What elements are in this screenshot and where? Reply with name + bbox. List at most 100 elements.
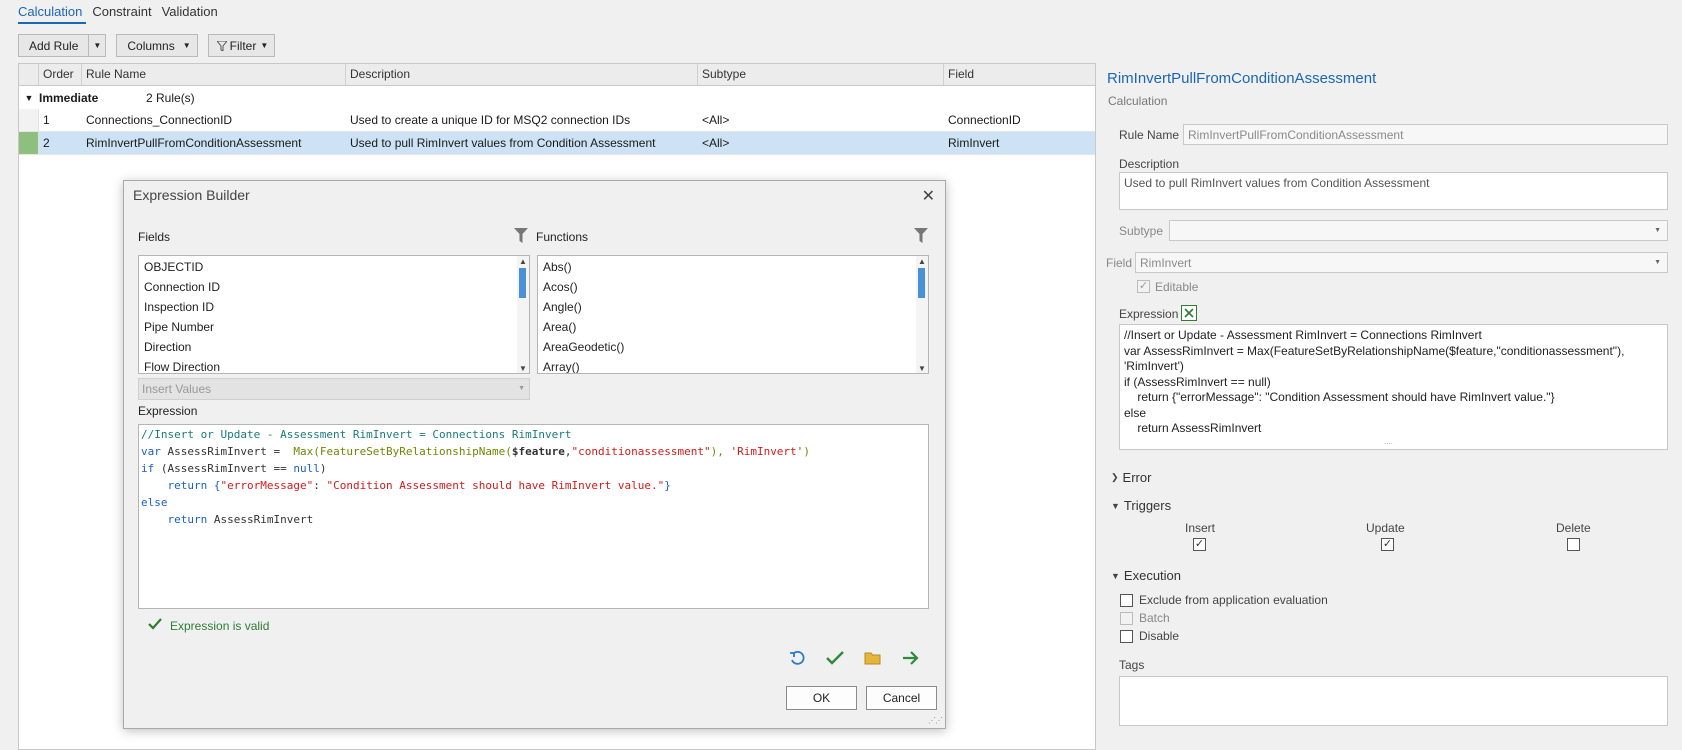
header-description[interactable]: Description: [346, 64, 698, 85]
functions-filter-icon[interactable]: [914, 228, 928, 246]
fields-label: Fields: [138, 230, 171, 244]
subtype-select[interactable]: ▼: [1169, 220, 1668, 241]
list-item[interactable]: Abs(): [538, 257, 928, 277]
header-subtype[interactable]: Subtype: [698, 64, 944, 85]
disable-checkbox[interactable]: [1120, 630, 1133, 643]
error-section-header[interactable]: ❯ Error: [1111, 470, 1151, 485]
execution-section-header[interactable]: ▼ Execution: [1111, 568, 1181, 583]
list-item[interactable]: Angle(): [538, 297, 928, 317]
ok-button[interactable]: OK: [786, 686, 857, 710]
group-row-immediate[interactable]: ▼ Immediate 2 Rule(s): [19, 86, 1095, 109]
triggers-section-header[interactable]: ▼ Triggers: [1111, 498, 1171, 513]
code-function: ): [803, 445, 810, 458]
expression-builder-dialog: Expression Builder ✕ Fields Functions OB…: [123, 180, 946, 729]
row-selector[interactable]: [19, 109, 39, 131]
list-item[interactable]: Inspection ID: [139, 297, 529, 317]
disable-label: Disable: [1139, 629, 1180, 643]
functions-scrollbar[interactable]: ▲ ▼: [916, 256, 928, 373]
functions-list[interactable]: Abs() Acos() Angle() Area() AreaGeodetic…: [537, 255, 929, 374]
editable-label: Editable: [1155, 280, 1199, 294]
code-keyword: return: [141, 479, 208, 492]
close-icon[interactable]: ✕: [922, 186, 935, 206]
row-selector[interactable]: [19, 132, 39, 154]
list-item[interactable]: OBJECTID: [139, 257, 529, 277]
header-rule-name[interactable]: Rule Name: [82, 64, 346, 85]
arrow-right-icon[interactable]: [900, 647, 922, 669]
expression-builder-icon[interactable]: [1181, 305, 1197, 321]
scroll-down-icon[interactable]: ▼: [519, 364, 527, 373]
code-text: (AssessRimInvert ==: [154, 462, 294, 475]
open-folder-icon[interactable]: [862, 647, 884, 669]
list-item[interactable]: Array(): [538, 357, 928, 373]
table-row[interactable]: 1 Connections_ConnectionID Used to creat…: [19, 109, 1095, 132]
table-row[interactable]: 2 RimInvertPullFromConditionAssessment U…: [19, 132, 1095, 155]
panel-title: RimInvertPullFromConditionAssessment: [1107, 70, 1377, 87]
scroll-thumb[interactable]: [918, 268, 925, 298]
list-item[interactable]: Flow Direction: [139, 357, 529, 373]
panel-subtitle: Calculation: [1108, 94, 1168, 108]
scroll-thumb[interactable]: [519, 268, 526, 298]
list-item[interactable]: Connection ID: [139, 277, 529, 297]
chevron-down-icon: ▼: [1111, 500, 1120, 511]
code-text: }: [664, 479, 671, 492]
add-rule-dropdown-icon[interactable]: ▼: [88, 35, 105, 56]
expression-line: var AssessRimInvert = Max(FeatureSetByRe…: [1124, 343, 1625, 358]
fields-filter-icon[interactable]: [514, 228, 528, 246]
scroll-down-icon[interactable]: ▼: [918, 364, 926, 373]
list-item[interactable]: Pipe Number: [139, 317, 529, 337]
checkmark-icon: [148, 618, 162, 633]
fields-list[interactable]: OBJECTID Connection ID Inspection ID Pip…: [138, 255, 530, 374]
exclude-checkbox[interactable]: [1120, 594, 1133, 607]
scroll-up-icon[interactable]: ▲: [519, 257, 527, 266]
expression-editor[interactable]: //Insert or Update - Assessment RimInver…: [138, 424, 929, 609]
add-rule-label: Add Rule: [29, 38, 79, 53]
update-checkbox[interactable]: ✓: [1381, 538, 1394, 551]
list-item[interactable]: Acos(): [538, 277, 928, 297]
field-select[interactable]: RimInvert ▼: [1135, 252, 1668, 273]
code-keyword: return: [141, 513, 208, 526]
tags-label: Tags: [1119, 658, 1145, 672]
chevron-down-icon: ▼: [182, 41, 191, 50]
header-order[interactable]: Order: [39, 64, 82, 85]
code-string: "conditionassessment": [571, 445, 711, 458]
insert-label: Insert: [1185, 521, 1216, 535]
insert-values-select[interactable]: Insert Values ▼: [138, 378, 530, 400]
batch-label: Batch: [1139, 611, 1170, 625]
insert-checkbox[interactable]: ✓: [1193, 538, 1206, 551]
code-function: ),: [710, 445, 731, 458]
editable-checkbox[interactable]: ✓: [1137, 280, 1150, 293]
scroll-up-icon[interactable]: ▲: [918, 257, 926, 266]
cancel-button[interactable]: Cancel: [866, 686, 937, 710]
validation-text: Expression is valid: [170, 618, 270, 633]
expression-line: else: [1124, 405, 1147, 420]
tags-field[interactable]: [1119, 676, 1668, 726]
code-string: "errorMessage": [220, 479, 314, 492]
cell-description: Used to create a unique ID for MSQ2 conn…: [350, 113, 631, 127]
filter-button[interactable]: Filter ▼: [207, 34, 276, 57]
code-text: :: [313, 479, 327, 492]
add-rule-button[interactable]: Add Rule ▼: [18, 34, 107, 57]
code-text: AssessRimInvert: [207, 513, 314, 526]
header-field[interactable]: Field: [944, 64, 1095, 85]
description-label: Description: [1119, 157, 1180, 171]
list-item[interactable]: Area(): [538, 317, 928, 337]
rule-name-field[interactable]: RimInvertPullFromConditionAssessment: [1183, 124, 1668, 145]
undo-icon[interactable]: [787, 647, 809, 669]
delete-checkbox[interactable]: [1567, 538, 1580, 551]
fields-scrollbar[interactable]: ▲ ▼: [517, 256, 529, 373]
cell-field: RimInvert: [948, 136, 1000, 150]
columns-button[interactable]: Columns ▼: [116, 34, 198, 57]
verify-icon[interactable]: [824, 647, 846, 669]
expression-preview[interactable]: //Insert or Update - Assessment RimInver…: [1119, 324, 1668, 450]
resize-grip-icon[interactable]: ....: [1384, 434, 1393, 450]
chevron-down-icon[interactable]: ▼: [19, 93, 39, 103]
list-item[interactable]: AreaGeodetic(): [538, 337, 928, 357]
resize-grip-icon[interactable]: ⋰⋰: [928, 716, 943, 725]
batch-checkbox[interactable]: [1120, 612, 1133, 625]
validation-status: Expression is valid: [148, 618, 269, 633]
list-item[interactable]: Direction: [139, 337, 529, 357]
tab-validation[interactable]: Validation: [162, 4, 222, 24]
tab-constraint[interactable]: Constraint: [92, 4, 155, 24]
tab-calculation[interactable]: Calculation: [18, 4, 87, 24]
description-field[interactable]: Used to pull RimInvert values from Condi…: [1119, 172, 1668, 210]
